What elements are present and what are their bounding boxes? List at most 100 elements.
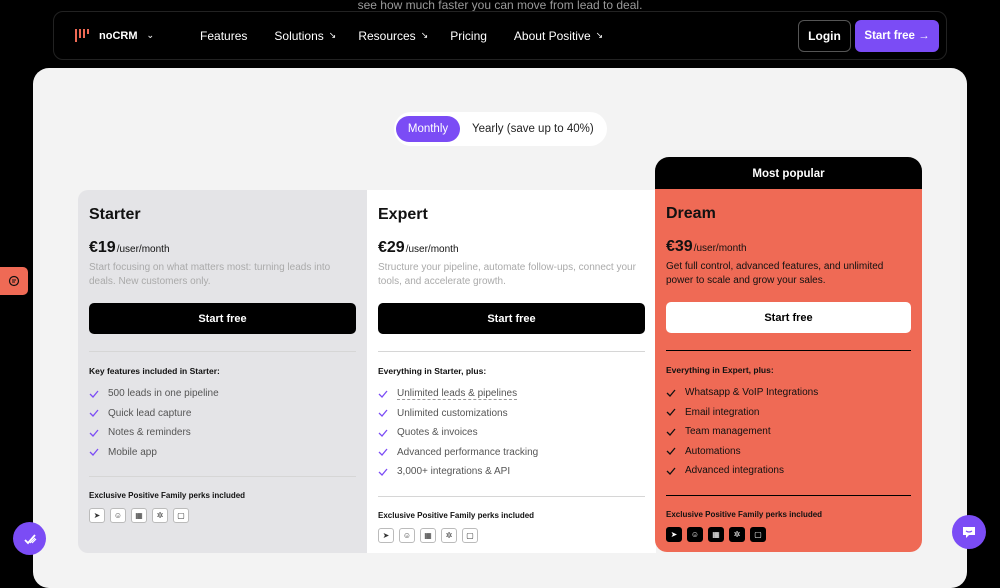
nav-link-solutions[interactable]: Solutions ↘ xyxy=(274,29,336,43)
arrow-down-right-icon: ↘ xyxy=(420,30,429,40)
nav-links: Features Solutions ↘ Resources ↘ Pricing A… xyxy=(200,29,603,43)
nocrm-logo-icon xyxy=(75,29,89,42)
price-unit: /user/month xyxy=(116,244,170,255)
most-popular-badge: Most popular xyxy=(655,157,922,190)
check-icon xyxy=(378,448,388,457)
price-unit: /user/month xyxy=(693,243,747,254)
grid-icon[interactable]: ✲ xyxy=(152,508,168,523)
check-icon xyxy=(89,390,99,398)
toggle-yearly[interactable]: Yearly (save up to 40%) xyxy=(462,116,604,142)
perks-icons: ➤ ☺ ▦ ✲ ▢ xyxy=(89,508,356,523)
grid-icon[interactable]: ✲ xyxy=(441,527,457,543)
perks-title: Exclusive Positive Family perks included xyxy=(89,491,246,500)
calendar-icon[interactable]: ▦ xyxy=(708,526,724,542)
chat-bubble-icon xyxy=(8,275,20,287)
brand-logo[interactable]: noCRM ⌄ xyxy=(75,29,154,42)
send-icon[interactable]: ➤ xyxy=(378,527,394,543)
check-icon xyxy=(378,390,388,398)
perks-title: Exclusive Positive Family perks included xyxy=(378,510,535,520)
plan-name: Expert xyxy=(378,206,428,223)
check-icon xyxy=(666,428,676,436)
check-icon xyxy=(378,409,388,418)
list-item: Unlimited customizations xyxy=(378,404,645,424)
price-unit: /user/month xyxy=(405,244,459,255)
divider xyxy=(666,350,911,351)
divider xyxy=(378,351,645,352)
plan-description: Get full control, advanced features, and… xyxy=(666,261,884,286)
billing-toggle: Monthly Yearly (save up to 40%) xyxy=(394,112,607,146)
plan-card-dream: Dream €39 /user/month Get full control, … xyxy=(655,189,922,552)
nav-link-resources[interactable]: Resources ↘ xyxy=(358,29,428,43)
perks-icons: ➤ ☺ ▦ ✲ ▢ xyxy=(666,526,911,542)
nav-link-about-positive[interactable]: About Positive ↘ xyxy=(514,29,603,43)
start-free-button[interactable]: Start free xyxy=(89,303,356,334)
features-title: Everything in Expert, plus: xyxy=(666,365,774,375)
calendar-icon[interactable]: ▦ xyxy=(131,508,147,523)
divider xyxy=(666,494,911,496)
start-free-button[interactable]: Start free xyxy=(378,303,645,334)
chat-icon[interactable]: ☺ xyxy=(687,526,703,542)
message-icon[interactable]: ▢ xyxy=(750,526,766,542)
start-free-nav-button[interactable]: Start free → xyxy=(855,20,939,52)
toggle-monthly[interactable]: Monthly xyxy=(396,116,460,142)
check-stripes-icon xyxy=(23,533,36,544)
list-item: Email integration xyxy=(666,403,911,423)
list-item: Automations xyxy=(666,442,911,462)
message-icon[interactable]: ▢ xyxy=(462,527,478,543)
check-icon xyxy=(89,409,99,418)
start-free-button[interactable]: Start free xyxy=(666,302,911,333)
list-item: 3,000+ integrations & API xyxy=(378,462,645,482)
arrow-down-right-icon: ↘ xyxy=(595,30,604,40)
check-icon xyxy=(666,389,676,397)
divider xyxy=(89,476,356,477)
chat-icon[interactable]: ☺ xyxy=(110,508,126,523)
plan-card-expert: Expert €29 /user/month Structure your pi… xyxy=(367,190,656,553)
check-icon xyxy=(89,429,99,437)
brand-name: noCRM xyxy=(99,29,138,42)
plan-name: Starter xyxy=(89,206,141,223)
divider xyxy=(89,351,356,352)
feature-list: 500 leads in one pipeline Quick lead cap… xyxy=(89,384,356,462)
check-icon xyxy=(378,468,388,476)
top-navbar: noCRM ⌄ Features Solutions ↘ Resources ↘ P… xyxy=(53,11,947,60)
list-item: 500 leads in one pipeline xyxy=(89,384,356,404)
price-amount: €19 xyxy=(89,239,116,256)
check-icon xyxy=(89,448,99,457)
send-icon[interactable]: ➤ xyxy=(89,508,105,523)
check-icon xyxy=(666,467,676,475)
perks-title: Exclusive Positive Family perks included xyxy=(666,509,823,519)
check-icon xyxy=(666,408,676,417)
check-icon xyxy=(378,429,388,437)
login-button[interactable]: Login xyxy=(798,20,851,52)
plan-price: €29 /user/month xyxy=(378,239,645,257)
feature-list: Whatsapp & VoIP Integrations Email integ… xyxy=(666,383,911,481)
feature-list: Unlimited leads & pipelines Unlimited cu… xyxy=(378,384,645,482)
list-item: Advanced performance tracking xyxy=(378,443,645,463)
message-icon[interactable]: ▢ xyxy=(173,508,189,523)
list-item: Notes & reminders xyxy=(89,423,356,443)
arrow-down-right-icon: ↘ xyxy=(328,30,337,40)
list-item: Advanced integrations xyxy=(666,461,911,481)
list-item: Quotes & invoices xyxy=(378,423,645,443)
send-icon[interactable]: ➤ xyxy=(666,526,682,542)
chat-icon[interactable]: ☺ xyxy=(399,527,415,543)
list-item: Whatsapp & VoIP Integrations xyxy=(666,383,911,403)
price-amount: €39 xyxy=(666,238,693,255)
plan-description: Structure your pipeline, automate follow… xyxy=(378,262,636,287)
positive-badge-button[interactable] xyxy=(13,522,46,555)
plan-description: Start focusing on what matters most: tur… xyxy=(89,262,331,287)
chat-support-button[interactable] xyxy=(952,515,986,549)
divider xyxy=(378,495,645,497)
grid-icon[interactable]: ✲ xyxy=(729,526,745,542)
nav-link-features[interactable]: Features xyxy=(200,29,252,43)
list-item: Quick lead capture xyxy=(89,404,356,424)
feedback-widget-button[interactable] xyxy=(0,267,28,295)
nav-link-pricing[interactable]: Pricing xyxy=(450,29,492,43)
calendar-icon[interactable]: ▦ xyxy=(420,527,436,543)
price-amount: €29 xyxy=(378,239,405,256)
chat-icon xyxy=(963,527,975,538)
list-item: Unlimited leads & pipelines xyxy=(378,384,645,404)
check-icon xyxy=(666,447,676,456)
features-title: Key features included in Starter: xyxy=(89,366,220,376)
plan-price: €19 /user/month xyxy=(89,239,356,257)
